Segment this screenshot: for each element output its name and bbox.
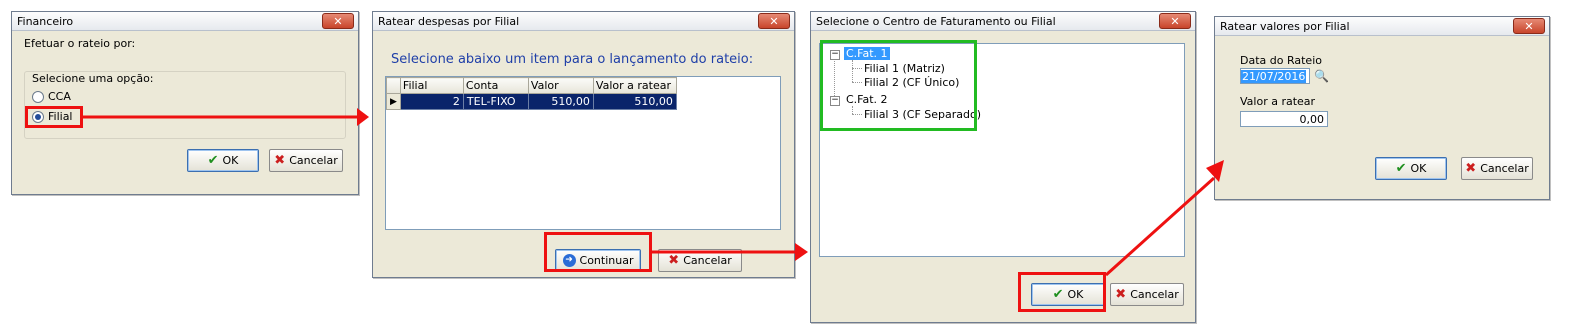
window-title: Selecione o Centro de Faturamento ou Fil… bbox=[816, 14, 1056, 28]
data-rateio-value: 21/07/2016 bbox=[1241, 70, 1307, 83]
table-row[interactable]: ▶ 2 TEL-FIXO 510,00 510,00 bbox=[386, 93, 677, 110]
radio-cca[interactable]: CCA bbox=[32, 90, 71, 103]
cell-valor-a-ratear: 510,00 bbox=[592, 93, 677, 110]
x-icon: ✖ bbox=[1115, 287, 1127, 302]
cancel-label: Cancelar bbox=[1130, 288, 1179, 301]
instruction-text: Selecione abaixo um item para o lançamen… bbox=[391, 52, 754, 67]
ok-label: OK bbox=[1410, 162, 1427, 175]
cell-conta: TEL-FIXO bbox=[462, 93, 529, 110]
ok-highlight bbox=[1018, 272, 1106, 312]
column-header-valor[interactable]: Valor bbox=[527, 77, 594, 94]
financeiro-titlebar: Financeiro ✕ bbox=[12, 12, 358, 31]
valor-a-ratear-value: 0,00 bbox=[1299, 113, 1325, 126]
close-icon[interactable]: ✕ bbox=[322, 13, 354, 29]
valor-a-ratear-label: Valor a ratear bbox=[1240, 95, 1316, 108]
column-header-conta[interactable]: Conta bbox=[462, 77, 529, 94]
column-header-valor-a-ratear[interactable]: Valor a ratear bbox=[592, 77, 677, 94]
close-icon[interactable]: ✕ bbox=[1159, 13, 1191, 29]
despesas-grid[interactable]: Filial Conta Valor Valor a ratear ▶ 2 TE… bbox=[385, 76, 781, 230]
option-group-label: Selecione uma opção: bbox=[32, 72, 154, 85]
ok-button[interactable]: ✔ OK bbox=[1375, 157, 1447, 180]
rateio-prompt: Efetuar o rateio por: bbox=[24, 37, 136, 50]
window-title: Ratear despesas por Filial bbox=[378, 14, 520, 28]
row-indicator-header bbox=[386, 77, 401, 94]
cancel-button[interactable]: ✖ Cancelar bbox=[1461, 157, 1533, 180]
cell-valor: 510,00 bbox=[527, 93, 594, 110]
row-pointer-icon: ▶ bbox=[386, 93, 401, 110]
despesas-table: Filial Conta Valor Valor a ratear ▶ 2 TE… bbox=[386, 77, 677, 110]
close-icon[interactable]: ✕ bbox=[758, 13, 790, 29]
cancel-label: Cancelar bbox=[683, 254, 732, 267]
cancel-label: Cancelar bbox=[289, 154, 338, 167]
window-title: Ratear valores por Filial bbox=[1220, 19, 1350, 33]
x-icon: ✖ bbox=[668, 253, 680, 268]
data-rateio-input[interactable]: 21/07/2016 bbox=[1240, 68, 1310, 84]
centro-faturamento-titlebar: Selecione o Centro de Faturamento ou Fil… bbox=[811, 12, 1195, 31]
radio-cca-label: CCA bbox=[48, 90, 71, 103]
cell-filial: 2 bbox=[399, 93, 464, 110]
data-rateio-label: Data do Rateio bbox=[1240, 54, 1322, 67]
x-icon: ✖ bbox=[1465, 161, 1477, 176]
close-icon[interactable]: ✕ bbox=[1513, 18, 1545, 34]
ratear-despesas-titlebar: Ratear despesas por Filial ✕ bbox=[373, 12, 794, 31]
continuar-highlight bbox=[544, 232, 652, 272]
valor-a-ratear-input[interactable]: 0,00 bbox=[1240, 111, 1328, 127]
cancel-button[interactable]: ✖ Cancelar bbox=[658, 249, 742, 272]
arrow-2-head bbox=[795, 243, 808, 261]
check-icon: ✔ bbox=[1395, 161, 1407, 176]
ok-label: OK bbox=[222, 154, 239, 167]
financeiro-dialog: Financeiro ✕ Efetuar o rateio por: Selec… bbox=[11, 11, 359, 195]
check-icon: ✔ bbox=[207, 153, 219, 168]
tree-highlight bbox=[820, 40, 977, 131]
x-icon: ✖ bbox=[274, 153, 286, 168]
ok-button[interactable]: ✔ OK bbox=[187, 149, 259, 172]
filial-highlight bbox=[25, 106, 83, 128]
ratear-valores-titlebar: Ratear valores por Filial ✕ bbox=[1215, 17, 1549, 36]
cancel-button[interactable]: ✖ Cancelar bbox=[1110, 283, 1184, 306]
date-lookup-icon[interactable]: 🔍 bbox=[1314, 69, 1329, 83]
cancel-button[interactable]: ✖ Cancelar bbox=[269, 149, 343, 172]
column-header-filial[interactable]: Filial bbox=[399, 77, 464, 94]
ratear-valores-dialog: Ratear valores por Filial ✕ Data do Rate… bbox=[1214, 16, 1550, 200]
radio-cca-icon bbox=[32, 91, 44, 103]
window-title: Financeiro bbox=[17, 14, 74, 28]
cancel-label: Cancelar bbox=[1480, 162, 1529, 175]
